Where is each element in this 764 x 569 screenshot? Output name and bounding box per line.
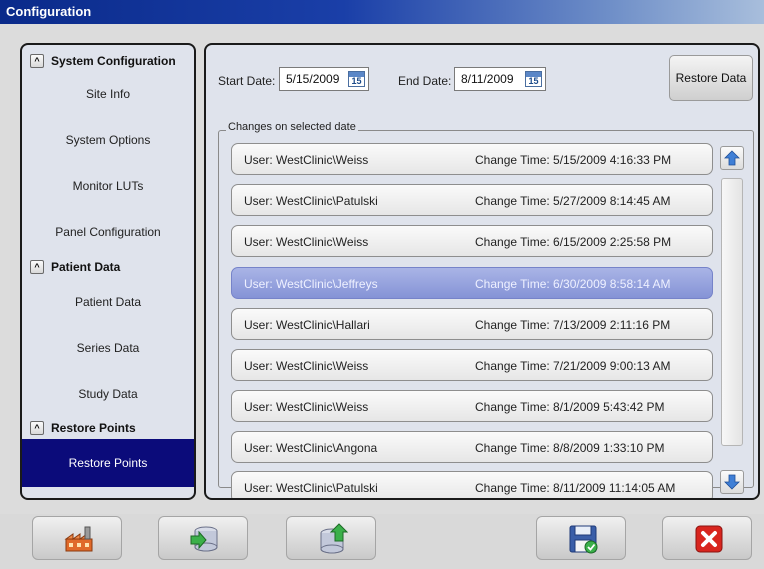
save-icon xyxy=(569,525,598,554)
scroll-up-button[interactable] xyxy=(720,146,744,170)
window-title: Configuration xyxy=(0,0,764,24)
list-item[interactable]: User: WestClinic\Weiss Change Time: 5/15… xyxy=(231,143,713,175)
end-date-value: 8/11/2009 xyxy=(461,72,514,86)
database-export-icon xyxy=(320,523,349,554)
arrow-up-icon xyxy=(724,150,740,166)
sidebar-item-series-data[interactable]: Series Data xyxy=(22,333,194,363)
sidebar-item-panel-configuration[interactable]: Panel Configuration xyxy=(22,217,194,247)
changes-group-title: Changes on selected date xyxy=(226,121,358,133)
collapse-icon[interactable]: ^ xyxy=(30,421,44,435)
save-button[interactable] xyxy=(536,516,626,560)
import-database-button[interactable] xyxy=(158,516,248,560)
scroll-down-button[interactable] xyxy=(720,470,744,494)
sidebar-item-monitor-luts[interactable]: Monitor LUTs xyxy=(22,171,194,201)
start-date-value: 5/15/2009 xyxy=(286,72,340,86)
change-time: Change Time: 8/8/2009 1:33:10 PM xyxy=(475,441,665,455)
change-user: User: WestClinic\Weiss xyxy=(244,359,369,373)
export-database-button[interactable] xyxy=(286,516,376,560)
restore-data-button[interactable]: Restore Data xyxy=(669,55,753,101)
section-title: Restore Points xyxy=(51,421,136,435)
sidebar: ^ System Configuration Site Info System … xyxy=(20,43,196,500)
change-user: User: WestClinic\Weiss xyxy=(244,235,369,249)
section-title: Patient Data xyxy=(51,260,121,274)
sidebar-item-patient-data[interactable]: Patient Data xyxy=(22,287,194,317)
change-time: Change Time: 6/30/2009 8:58:14 AM xyxy=(475,277,671,291)
change-time: Change Time: 8/1/2009 5:43:42 PM xyxy=(475,400,665,414)
collapse-icon[interactable]: ^ xyxy=(30,54,44,68)
close-icon xyxy=(695,525,723,553)
change-time: Change Time: 7/21/2009 9:00:13 AM xyxy=(475,359,671,373)
calendar-icon[interactable]: 15 xyxy=(525,71,542,87)
change-user: User: WestClinic\Weiss xyxy=(244,153,369,167)
factory-icon xyxy=(64,526,93,552)
change-user: User: WestClinic\Angona xyxy=(244,441,378,455)
change-user: User: WestClinic\Weiss xyxy=(244,400,369,414)
change-user: User: WestClinic\Patulski xyxy=(244,481,378,495)
main-panel: Start Date: 5/15/2009 15 End Date: 8/11/… xyxy=(204,43,760,500)
change-time: Change Time: 6/15/2009 2:25:58 PM xyxy=(475,235,672,249)
list-item[interactable]: User: WestClinic\Weiss Change Time: 6/15… xyxy=(231,225,713,257)
sidebar-item-site-info[interactable]: Site Info xyxy=(22,79,194,109)
calendar-icon[interactable]: 15 xyxy=(348,71,365,87)
footer-toolbar xyxy=(0,514,764,569)
sidebar-item-study-data[interactable]: Study Data xyxy=(22,379,194,409)
change-time: Change Time: 5/27/2009 8:14:45 AM xyxy=(475,194,671,208)
change-time: Change Time: 8/11/2009 11:14:05 AM xyxy=(475,481,676,495)
sidebar-item-restore-points[interactable]: Restore Points xyxy=(22,439,194,487)
arrow-down-icon xyxy=(724,474,740,490)
close-button[interactable] xyxy=(662,516,752,560)
list-item[interactable]: User: WestClinic\Weiss Change Time: 7/21… xyxy=(231,349,713,381)
end-date-label: End Date: xyxy=(398,74,452,88)
end-date-field[interactable]: 8/11/2009 15 xyxy=(454,67,546,91)
section-header-system-configuration[interactable]: ^ System Configuration xyxy=(22,49,194,73)
change-user: User: WestClinic\Jeffreys xyxy=(244,277,378,291)
section-title: System Configuration xyxy=(51,54,176,68)
section-header-patient-data[interactable]: ^ Patient Data xyxy=(22,255,194,279)
change-user: User: WestClinic\Hallari xyxy=(244,318,370,332)
list-item-selected[interactable]: User: WestClinic\Jeffreys Change Time: 6… xyxy=(231,267,713,299)
body-area: ^ System Configuration Site Info System … xyxy=(0,24,764,514)
change-user: User: WestClinic\Patulski xyxy=(244,194,378,208)
section-header-restore-points[interactable]: ^ Restore Points xyxy=(22,416,194,440)
scrollbar-thumb[interactable] xyxy=(721,178,743,446)
database-import-icon xyxy=(190,526,218,552)
list-item[interactable]: User: WestClinic\Hallari Change Time: 7/… xyxy=(231,308,713,340)
configuration-window: Configuration ^ System Configuration Sit… xyxy=(0,0,764,569)
list-item[interactable]: User: WestClinic\Patulski Change Time: 5… xyxy=(231,184,713,216)
list-item[interactable]: User: WestClinic\Patulski Change Time: 8… xyxy=(231,471,713,498)
list-item[interactable]: User: WestClinic\Angona Change Time: 8/8… xyxy=(231,431,713,463)
start-date-field[interactable]: 5/15/2009 15 xyxy=(279,67,369,91)
list-item[interactable]: User: WestClinic\Weiss Change Time: 8/1/… xyxy=(231,390,713,422)
collapse-icon[interactable]: ^ xyxy=(30,260,44,274)
change-time: Change Time: 5/15/2009 4:16:33 PM xyxy=(475,153,672,167)
change-time: Change Time: 7/13/2009 2:11:16 PM xyxy=(475,318,671,332)
sidebar-item-system-options[interactable]: System Options xyxy=(22,125,194,155)
factory-button[interactable] xyxy=(32,516,122,560)
start-date-label: Start Date: xyxy=(218,74,276,88)
